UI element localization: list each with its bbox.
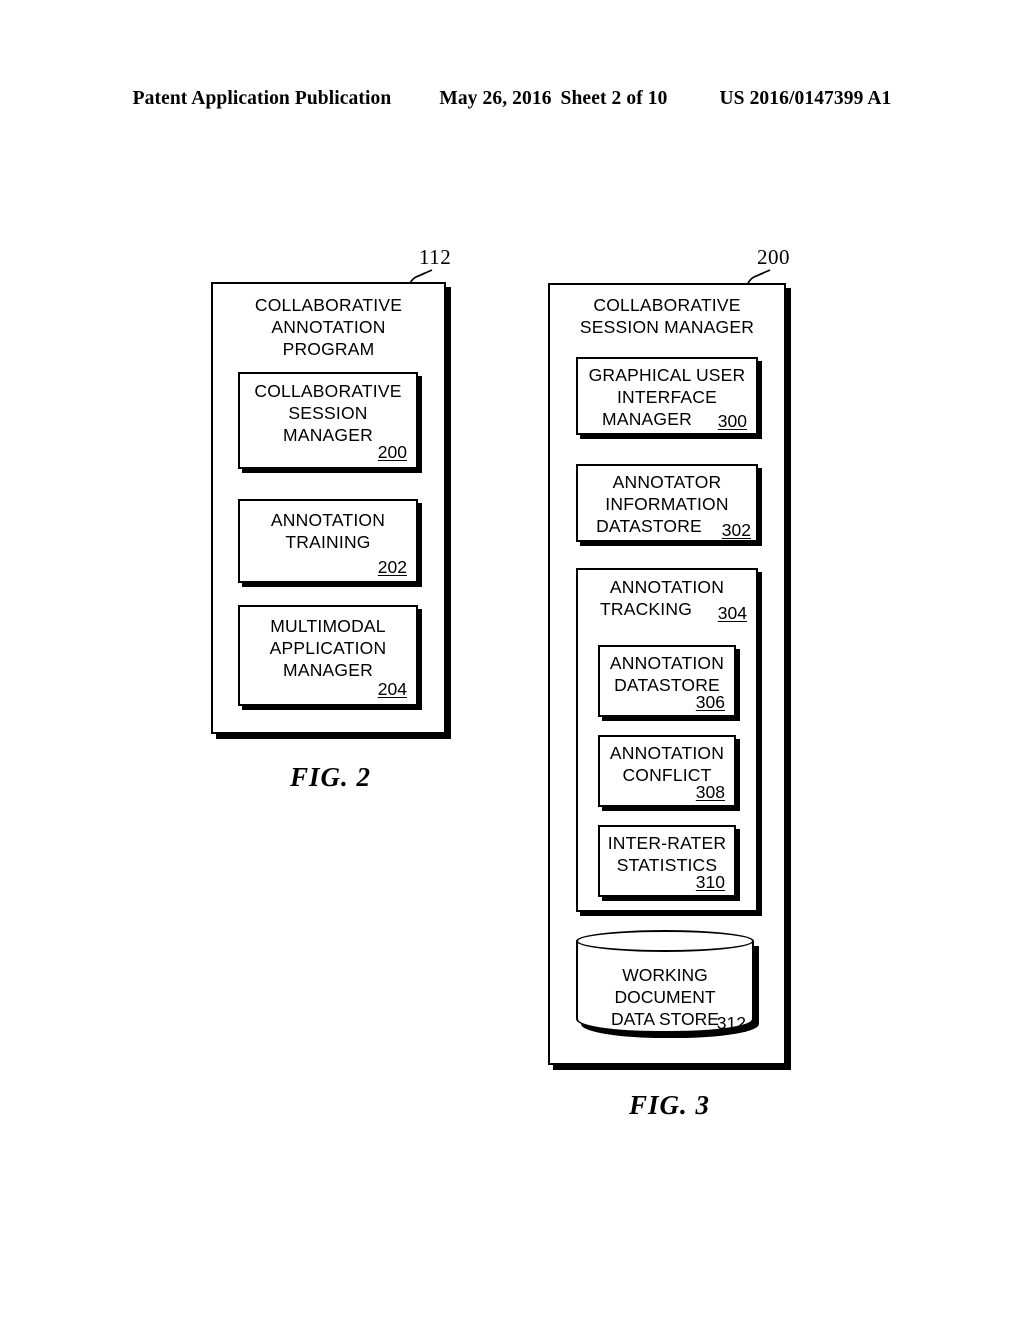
box-label-line-2: DOCUMENT [614, 987, 716, 1007]
annotator-information-datastore-box: ANNOTATOR INFORMATION DATASTORE 302 [576, 464, 758, 542]
box-label-line-3: DATA STORE [611, 1009, 719, 1029]
box-title-line-3: PROGRAM [282, 339, 375, 359]
graphical-user-interface-manager-box: GRAPHICAL USER INTERFACE MANAGER 300 [576, 357, 758, 435]
annotation-datastore-box: ANNOTATION DATASTORE 306 [598, 645, 736, 717]
box-label-line-1: WORKING [622, 965, 708, 985]
box-label-line-1: ANNOTATOR [612, 472, 722, 492]
box-label-line-3: MANAGER [283, 660, 373, 680]
figure-caption-fig-2: FIG. 2 [290, 762, 372, 792]
box-title-line-1: COLLABORATIVE [254, 295, 403, 315]
box-label-line-2: INFORMATION [605, 494, 729, 514]
box-label-line-1: INTER-RATER [607, 833, 727, 853]
box-label-line-1: ANNOTATION [609, 577, 725, 597]
reference-numeral-312: 312 [716, 1013, 746, 1033]
box-label-line-1: MULTIMODAL [270, 616, 386, 636]
reference-numeral-308: 308 [695, 782, 725, 802]
box-label-line-1: COLLABORATIVE [254, 381, 402, 401]
reference-numeral-202: 202 [377, 557, 407, 577]
cylinder-top-ellipse [576, 930, 754, 952]
reference-numeral-112: 112 [419, 245, 452, 269]
box-title-line-2: ANNOTATION [271, 317, 386, 337]
box-label-line-1: GRAPHICAL USER [588, 365, 746, 385]
inter-rater-statistics-box: INTER-RATER STATISTICS 310 [598, 825, 736, 897]
reference-numeral-300: 300 [717, 411, 747, 431]
reference-numeral-310: 310 [695, 872, 725, 892]
header-sheet-number: Sheet 2 of 10 [560, 88, 668, 109]
reference-numeral-306: 306 [695, 692, 725, 712]
reference-numeral-204: 204 [377, 679, 407, 699]
box-label-line-2: SESSION [288, 403, 368, 423]
box-label-line-1: ANNOTATION [270, 510, 386, 530]
annotation-training-box: ANNOTATION TRAINING 202 [238, 499, 418, 583]
box-title-line-2: SESSION MANAGER [579, 317, 755, 337]
collaborative-session-manager-box: COLLABORATIVE SESSION MANAGER 200 [238, 372, 418, 469]
page-header: Patent Application Publication May 26, 2… [0, 88, 1024, 110]
reference-numeral-304: 304 [717, 603, 747, 623]
header-date: May 26, 2016 [439, 88, 552, 109]
reference-numeral-302: 302 [721, 520, 751, 540]
box-label-line-2: INTERFACE [616, 387, 717, 407]
box-label-line-1: ANNOTATION [609, 653, 725, 673]
reference-numeral-200-fig2: 200 [377, 442, 407, 462]
annotation-conflict-box: ANNOTATION CONFLICT 308 [598, 735, 736, 807]
reference-numeral-200-leader: 200 [757, 245, 790, 269]
box-label-line-2: TRAINING [285, 532, 371, 552]
box-label-line-2: APPLICATION [269, 638, 387, 658]
header-patent-number: US 2016/0147399 A1 [719, 88, 892, 109]
box-label-line-1: ANNOTATION [609, 743, 725, 763]
figure-caption-fig-3: FIG. 3 [629, 1090, 711, 1120]
working-document-data-store-cylinder: WORKING DOCUMENT DATA STORE 312 [576, 930, 754, 1033]
multimodal-application-manager-box: MULTIMODAL APPLICATION MANAGER 204 [238, 605, 418, 706]
header-publication: Patent Application Publication [132, 88, 392, 109]
box-title-line-1: COLLABORATIVE [593, 295, 741, 315]
